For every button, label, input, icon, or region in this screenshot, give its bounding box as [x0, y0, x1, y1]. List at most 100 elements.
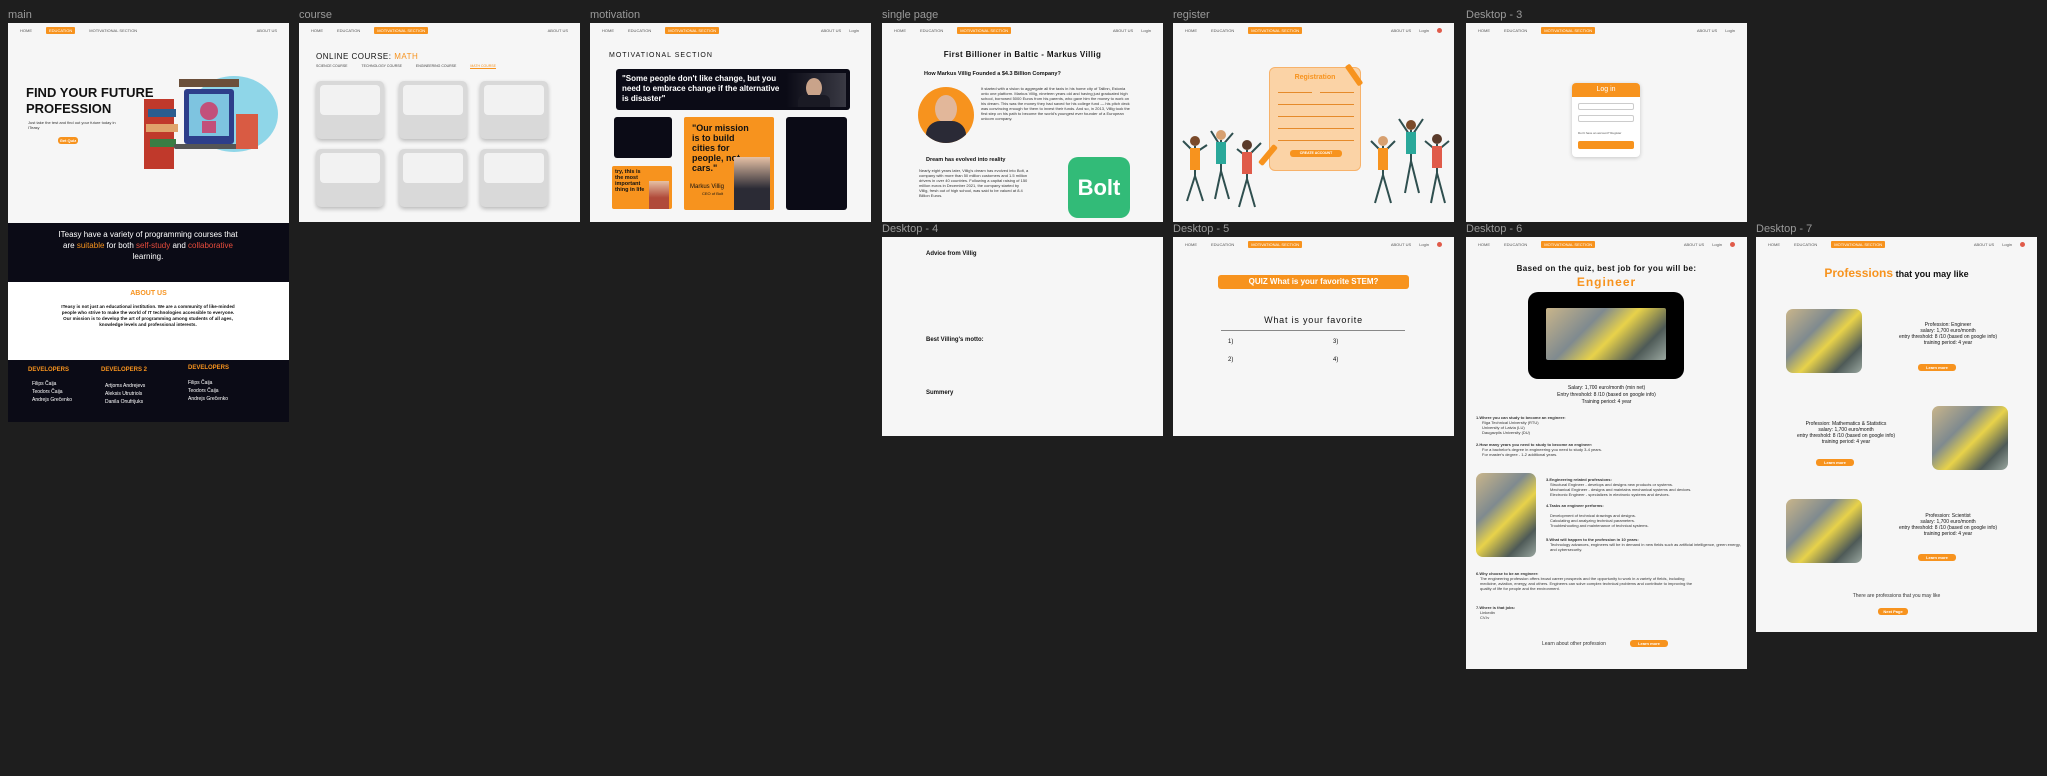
frame-desktop-5[interactable]: HOME EDUCATION MOTIVATIONAL SECTION ABOU… [1173, 237, 1454, 436]
nav-education[interactable]: EDUCATION [1504, 242, 1527, 247]
nav-education[interactable]: EDUCATION [1211, 28, 1234, 33]
nav-motivation[interactable]: MOTIVATIONAL SECTION [374, 26, 429, 34]
last-name-field[interactable] [1320, 88, 1354, 93]
nav-home[interactable]: HOME [894, 28, 906, 33]
frame-label-course[interactable]: course [299, 9, 332, 21]
nav-home[interactable]: HOME [1478, 28, 1490, 33]
answer-option-4[interactable]: 4) [1333, 357, 1338, 363]
frame-label-register[interactable]: register [1173, 9, 1210, 21]
frame-label-main[interactable]: main [8, 9, 32, 21]
nav-motivation[interactable]: MOTIVATIONAL SECTION [665, 26, 720, 34]
frame-desktop-4[interactable]: Advice from Villig Best Villing's motto:… [882, 237, 1163, 436]
nav-login[interactable]: Login [1419, 242, 1429, 247]
frame-main[interactable]: HOME EDUCATION MOTIVATIONAL SECTION ABOU… [8, 23, 289, 223]
email-field[interactable] [1278, 100, 1354, 105]
nav-about[interactable]: ABOUT US [1391, 242, 1411, 247]
nav-about[interactable]: ABOUT US [1391, 28, 1411, 33]
nav-login[interactable]: Login [1141, 28, 1151, 33]
nav-home[interactable]: HOME [1185, 242, 1197, 247]
nav-login[interactable]: Login [849, 28, 859, 33]
avatar[interactable] [1437, 27, 1442, 33]
first-name-field[interactable] [1278, 88, 1312, 93]
tab-math[interactable]: MATH COURSE [470, 64, 496, 69]
nav-login[interactable]: Login [1712, 242, 1722, 247]
tab-engineering[interactable]: ENGINEERING COURSE [416, 64, 456, 69]
avatar[interactable] [2020, 241, 2025, 247]
nav-home[interactable]: HOME [602, 28, 614, 33]
tab-technology[interactable]: TECHNOLOGY COURSE [362, 64, 402, 69]
course-card[interactable] [316, 149, 384, 207]
nav-education[interactable]: EDUCATION [1504, 28, 1527, 33]
nav-motivation[interactable]: MOTIVATIONAL SECTION [957, 26, 1012, 34]
nav-login[interactable]: Login [1419, 28, 1429, 33]
nav-about[interactable]: ABOUT US [1974, 242, 1994, 247]
nav-login[interactable]: Login [2002, 242, 2012, 247]
course-card[interactable] [480, 81, 548, 139]
register-link[interactable]: Don't have an account? Register [1578, 131, 1621, 135]
next-page-button[interactable]: Next Page [1878, 608, 1908, 615]
answer-option-1[interactable]: 1) [1228, 339, 1233, 345]
nav-education[interactable]: EDUCATION [46, 26, 76, 34]
frame-label-d5[interactable]: Desktop - 5 [1173, 223, 1229, 235]
frame-label-d3[interactable]: Desktop - 3 [1466, 9, 1522, 21]
course-card[interactable] [399, 149, 467, 207]
nav-home[interactable]: HOME [20, 28, 32, 33]
frame-single-page[interactable]: HOME EDUCATION MOTIVATIONAL SECTION ABOU… [882, 23, 1163, 222]
password-field[interactable] [1278, 124, 1354, 129]
nav-about[interactable]: ABOUT US [257, 28, 277, 33]
learn-more-button[interactable]: Learn more [1918, 554, 1956, 561]
nav-motivation[interactable]: MOTIVATIONAL SECTION [1541, 26, 1596, 34]
nav-about[interactable]: ABOUT US [1113, 28, 1133, 33]
username-field[interactable] [1278, 112, 1354, 117]
nav-education[interactable]: EDUCATION [1794, 242, 1817, 247]
frame-desktop-7[interactable]: HOME EDUCATION MOTIVATIONAL SECTION ABOU… [1756, 237, 2037, 632]
course-card[interactable] [399, 81, 467, 139]
frame-label-d7[interactable]: Desktop - 7 [1756, 223, 1812, 235]
frame-label-d4[interactable]: Desktop - 4 [882, 223, 938, 235]
answer-option-3[interactable]: 3) [1333, 339, 1338, 345]
avatar[interactable] [1730, 241, 1735, 247]
nav-about[interactable]: ABOUT US [548, 28, 568, 33]
frame-label-motivation[interactable]: motivation [590, 9, 640, 21]
course-card[interactable] [480, 149, 548, 207]
nav-home[interactable]: HOME [1768, 242, 1780, 247]
password-input[interactable] [1578, 115, 1634, 122]
create-account-button[interactable]: CREATE ACCOUNT [1290, 150, 1342, 157]
frame-motivation[interactable]: HOME EDUCATION MOTIVATIONAL SECTION ABOU… [590, 23, 871, 222]
learn-more-button[interactable]: Learn more [1918, 364, 1956, 371]
learn-more-button[interactable]: Learn more [1816, 459, 1854, 466]
course-card[interactable] [316, 81, 384, 139]
nav-education[interactable]: EDUCATION [920, 28, 943, 33]
nav-home[interactable]: HOME [1185, 28, 1197, 33]
nav-about[interactable]: ABOUT US [821, 28, 841, 33]
confirm-password-field[interactable] [1278, 136, 1354, 141]
nav-education[interactable]: EDUCATION [628, 28, 651, 33]
nav-about[interactable]: ABOUT US [1684, 242, 1704, 247]
avatar[interactable] [1437, 241, 1442, 247]
nav-motivation[interactable]: MOTIVATIONAL SECTION [1541, 240, 1596, 248]
frame-course[interactable]: HOME EDUCATION MOTIVATIONAL SECTION ABOU… [299, 23, 580, 222]
nav-motivation[interactable]: MOTIVATIONAL SECTION [89, 28, 137, 33]
nav-home[interactable]: HOME [311, 28, 323, 33]
nav-motivation[interactable]: MOTIVATIONAL SECTION [1248, 240, 1303, 248]
login-button[interactable] [1578, 141, 1634, 149]
main-about-section: ABOUT US ITeasy is not just an education… [8, 282, 289, 360]
hero-quiz-button[interactable]: Get Quiz [58, 137, 78, 144]
frame-label-d6[interactable]: Desktop - 6 [1466, 223, 1522, 235]
nav-home[interactable]: HOME [1478, 242, 1490, 247]
tab-science[interactable]: SCIENCE COURSE [316, 64, 348, 69]
username-input[interactable] [1578, 103, 1634, 110]
result-video-frame[interactable] [1528, 292, 1684, 379]
learn-more-button[interactable]: Learn more [1630, 640, 1668, 647]
frame-desktop-6[interactable]: HOME EDUCATION MOTIVATIONAL SECTION ABOU… [1466, 237, 1747, 669]
nav-about[interactable]: ABOUT US [1697, 28, 1717, 33]
frame-desktop-3[interactable]: HOME EDUCATION MOTIVATIONAL SECTION ABOU… [1466, 23, 1747, 222]
nav-motivation[interactable]: MOTIVATIONAL SECTION [1831, 240, 1886, 248]
nav-login[interactable]: Login [1725, 28, 1735, 33]
answer-option-2[interactable]: 2) [1228, 357, 1233, 363]
frame-label-single[interactable]: single page [882, 9, 938, 21]
frame-register[interactable]: HOME EDUCATION MOTIVATIONAL SECTION ABOU… [1173, 23, 1454, 222]
nav-motivation[interactable]: MOTIVATIONAL SECTION [1248, 26, 1303, 34]
nav-education[interactable]: EDUCATION [1211, 242, 1234, 247]
nav-education[interactable]: EDUCATION [337, 28, 360, 33]
